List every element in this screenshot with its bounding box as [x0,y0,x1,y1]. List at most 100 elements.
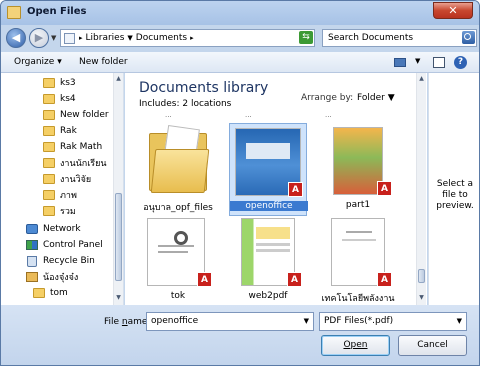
file-item[interactable]: A part1 [319,123,397,216]
forward-button[interactable]: ▶ [29,28,49,48]
sidebar-item[interactable]: tom [33,286,68,300]
address-row: ◀ ▶ ▼ ▸ Libraries ▼ Documents ▸ ⇆ Search… [1,25,479,52]
file-list-scrollbar[interactable]: ▲ ▼ [416,73,426,305]
sidebar-item-label: ภาพ [60,191,77,201]
partial-file-label: ... [165,111,172,119]
new-folder-button[interactable]: New folder [79,57,128,67]
includes-line: Includes: 2 locations [139,99,231,109]
address-bar[interactable]: ▸ Libraries ▼ Documents ▸ [60,29,315,47]
breadcrumb-libraries[interactable]: Libraries [86,33,125,43]
close-button[interactable]: ✕ [433,2,473,19]
folder-icon [43,78,55,88]
bottom-panel: File name: openoffice ▼ PDF Files(*.pdf)… [1,305,479,365]
sidebar-item[interactable]: ks4 [43,92,76,106]
sidebar-item[interactable]: New folder [43,108,109,122]
sidebar-item[interactable]: Control Panel [26,238,103,252]
file-name: openoffice [230,201,308,211]
sidebar-item-label: Rak [60,126,77,136]
chevron-down-icon[interactable]: ▼ [304,317,309,325]
cancel-button[interactable]: Cancel [398,335,467,356]
arrange-by-value: Folder [357,93,385,103]
organize-menu[interactable]: Organize ▾ [14,57,62,67]
change-view-icon[interactable] [394,58,406,67]
file-type-select[interactable]: PDF Files(*.pdf) ▼ [319,312,467,331]
sidebar-item[interactable]: งานนักเรียน [43,156,107,170]
arrange-by-dropdown[interactable]: Folder ▼ [357,93,395,103]
sidebar-scrollbar[interactable]: ▲ ▼ [113,73,123,305]
chevron-right-icon[interactable]: ▸ [79,34,83,42]
chevron-down-icon[interactable]: ▼ [127,34,132,42]
recycle-bin-icon [27,255,37,267]
search-icon[interactable] [462,31,475,44]
file-item[interactable]: A web2pdf [229,216,307,305]
arrange-by-label: Arrange by: [301,93,354,103]
sidebar-item-label: Rak Math [60,142,103,152]
sidebar-item-label: รวม [60,207,76,217]
file-name: web2pdf [248,291,288,301]
preview-pane-icon[interactable] [433,57,445,68]
file-item[interactable]: อนุบาล_opf_files [139,123,217,216]
sidebar-item-label: งานนักเรียน [60,159,107,169]
sidebar-item[interactable]: น้องจุ๋งจ๋ง [26,270,78,284]
sidebar-item[interactable]: รวม [43,204,76,218]
chevron-down-icon[interactable]: ▼ [457,317,462,325]
sidebar-item-label: งานวิจัย [60,175,92,185]
sidebar-item-label: ks4 [60,94,76,104]
scroll-up-icon[interactable]: ▲ [114,73,123,84]
chevron-right-icon[interactable]: ▸ [190,34,194,42]
sidebar-item-label: New folder [60,110,109,120]
file-item-selected[interactable]: A openoffice [229,123,308,216]
sidebar-item[interactable]: งานวิจัย [43,172,91,186]
folder-icon [43,174,55,184]
sidebar-item[interactable]: Rak [43,124,77,138]
file-name: tok [170,291,186,301]
file-list-area: Documents library Includes: 2 locations … [125,73,427,305]
file-item[interactable]: A tok [139,216,217,305]
help-icon[interactable]: ? [454,56,467,69]
sidebar-item-label: Network [43,224,81,234]
sidebar-item[interactable]: Recycle Bin [26,254,95,268]
network-icon [26,224,38,234]
folder-icon [43,158,55,168]
sidebar-item[interactable]: Network [26,222,81,236]
recent-pages-dropdown-icon[interactable]: ▼ [51,34,56,42]
pdf-icon: A [377,272,392,287]
sidebar-scroll-thumb[interactable] [115,193,122,281]
homegroup-icon [26,272,38,282]
sidebar-item-label: ks3 [60,78,76,88]
sidebar-item[interactable]: Rak Math [43,140,102,154]
file-type-value: PDF Files(*.pdf) [324,316,394,326]
sidebar-item[interactable]: ks3 [43,76,76,90]
file-list-scroll-thumb[interactable] [418,269,425,283]
back-button[interactable]: ◀ [6,28,26,48]
pdf-icon: A [377,181,392,196]
folder-app-icon [7,6,21,19]
folder-icon [43,142,55,152]
scroll-down-icon[interactable]: ▼ [417,292,426,303]
file-name-value: openoffice [151,316,199,326]
pdf-icon: A [287,272,302,287]
refresh-button[interactable]: ⇆ [299,31,313,44]
window-title: Open Files [27,6,87,17]
sidebar-item-label: Control Panel [43,240,103,250]
command-toolbar: Organize ▾ New folder ▼ ? [1,52,479,73]
preview-message: Select a file to preview. [436,179,474,211]
sidebar-item-label: น้องจุ๋งจ๋ง [43,273,79,283]
file-item[interactable]: A เทคโนโลยีพลังงาน [319,216,397,305]
scroll-down-icon[interactable]: ▼ [114,292,123,303]
partial-file-label: ... [325,111,332,119]
open-button-label: Open [343,340,368,350]
folder-icon [149,124,210,193]
sidebar-item[interactable]: ภาพ [43,188,77,202]
open-button[interactable]: Open [321,335,390,356]
search-input[interactable]: Search Documents [322,29,477,47]
more-options-icon[interactable]: ▼ [415,57,420,65]
breadcrumb-documents[interactable]: Documents [136,33,187,43]
includes-label: Includes: [139,99,180,109]
locations-link[interactable]: 2 locations [182,99,231,109]
scroll-up-icon[interactable]: ▲ [417,73,426,84]
file-name-label: File name: [104,317,151,327]
file-name-input[interactable]: openoffice ▼ [146,312,314,331]
file-name-label-pre: File [104,317,122,327]
organize-label: Organize [14,57,55,67]
